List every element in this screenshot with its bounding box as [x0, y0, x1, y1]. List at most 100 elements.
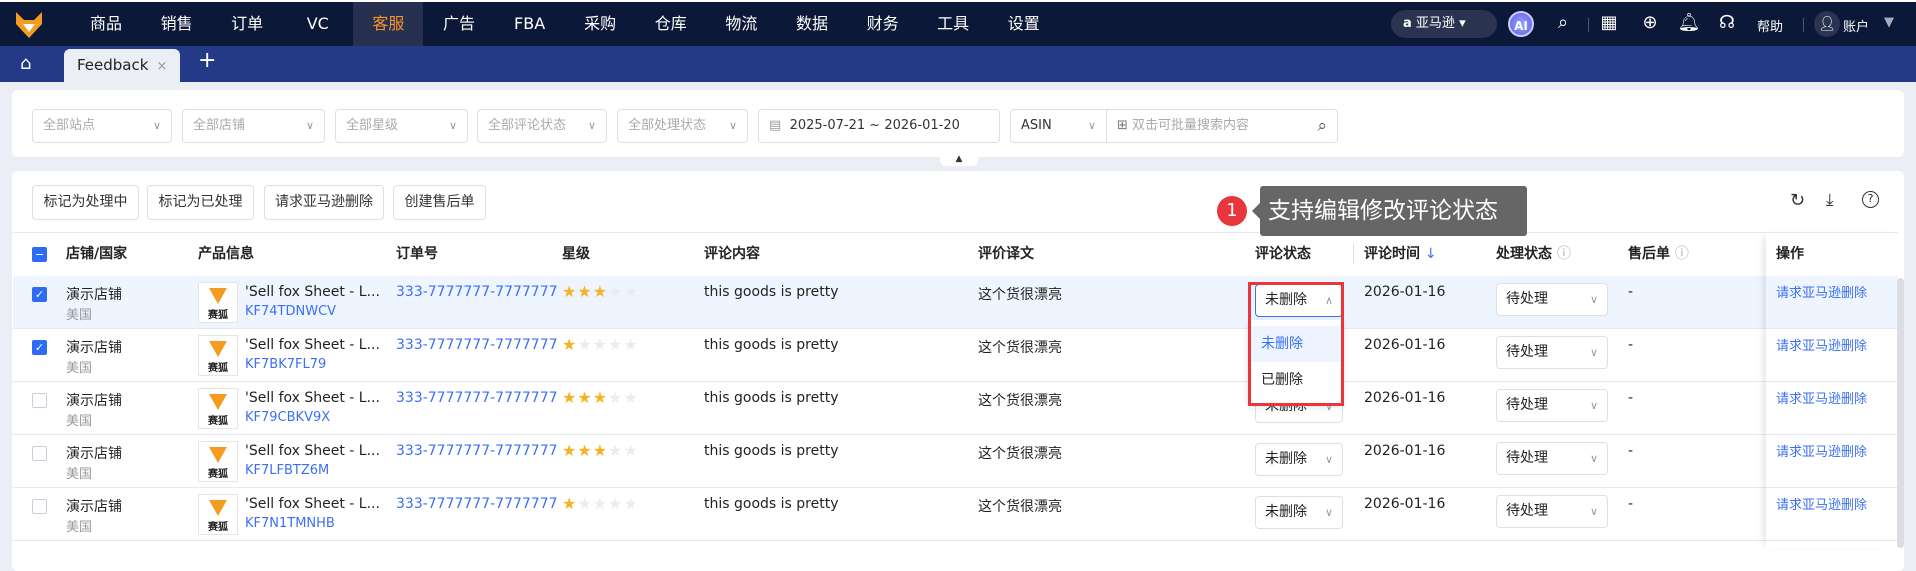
product-sku[interactable]: KF79CBKV9X: [245, 410, 330, 425]
star-icon: ★: [577, 441, 593, 460]
header-review-time[interactable]: 评论时间 ↓: [1364, 232, 1437, 276]
toolbar-button[interactable]: 请求亚马逊删除: [264, 185, 384, 220]
select-all-checkbox[interactable]: −: [32, 247, 47, 262]
chevron-down-icon: ∨: [448, 119, 457, 132]
nav-item[interactable]: 采购: [565, 2, 635, 46]
nav-item[interactable]: 仓库: [636, 2, 706, 46]
product-sku[interactable]: KF7N1TMNHB: [245, 516, 335, 531]
request-amazon-delete-link[interactable]: 请求亚马逊删除: [1776, 335, 1867, 354]
review-translation: 这个货很漂亮: [978, 340, 1062, 356]
search-input[interactable]: ⊞ 双击可批量搜索内容 ⌕: [1106, 109, 1338, 143]
caret-down-icon[interactable]: ▼: [1884, 15, 1894, 30]
process-status-select[interactable]: 待处理 ∨: [1496, 283, 1608, 316]
account-menu[interactable]: 账户: [1843, 16, 1869, 35]
chevron-down-icon: ∨: [1087, 119, 1096, 132]
logo[interactable]: [14, 12, 44, 38]
home-icon[interactable]: ⌂: [20, 53, 31, 74]
product-title[interactable]: 'Sell fox Sheet - L...: [245, 284, 380, 300]
request-amazon-delete-link[interactable]: 请求亚马逊删除: [1776, 441, 1867, 460]
nav-item[interactable]: 销售: [142, 2, 212, 46]
request-amazon-delete-link[interactable]: 请求亚马逊删除: [1776, 388, 1867, 407]
nav-item[interactable]: FBA: [495, 2, 565, 46]
order-number[interactable]: 333-7777777-7777777: [396, 443, 558, 459]
search-type-select[interactable]: ASIN ∨: [1010, 109, 1107, 143]
logo: [209, 288, 227, 304]
toolbar-button[interactable]: 创建售后单: [393, 185, 486, 220]
refresh-icon[interactable]: ↻: [1790, 190, 1805, 211]
shop-name: 演示店铺: [66, 393, 122, 409]
product-title[interactable]: 'Sell fox Sheet - L...: [245, 390, 380, 406]
row-checkbox[interactable]: [32, 393, 47, 408]
process-status-select[interactable]: 待处理 ∨: [1496, 495, 1608, 528]
nav-item[interactable]: 广告: [424, 2, 494, 46]
review-time: 2026-01-16: [1364, 337, 1446, 353]
rating-filter[interactable]: 全部星级 ∨: [335, 109, 468, 143]
shop-name: 演示店铺: [66, 340, 122, 356]
nav-item[interactable]: 数据: [777, 2, 847, 46]
header-rating: 星级: [562, 246, 590, 262]
product-thumbnail: 赛狐: [198, 388, 238, 429]
process-status-select[interactable]: 待处理 ∨: [1496, 389, 1608, 422]
order-number[interactable]: 333-7777777-7777777: [396, 496, 558, 512]
row-checkbox[interactable]: ✓: [32, 340, 47, 355]
date-range-picker[interactable]: ▤ 2025-07-21 ~ 2026-01-20: [758, 109, 1000, 143]
nav-item[interactable]: 工具: [918, 2, 988, 46]
nav-item[interactable]: 商品: [71, 2, 141, 46]
search-icon[interactable]: ⌕: [1551, 12, 1575, 33]
bell-icon[interactable]: 🔔︎: [1677, 12, 1701, 33]
star-icon: ★: [562, 335, 578, 354]
download-icon[interactable]: ⊕: [1638, 12, 1662, 33]
product-title[interactable]: 'Sell fox Sheet - L...: [245, 496, 380, 512]
row-checkbox[interactable]: ✓: [32, 287, 47, 302]
order-number[interactable]: 333-7777777-7777777: [396, 284, 558, 300]
tab-feedback[interactable]: Feedback ×: [64, 49, 180, 82]
process-status-filter[interactable]: 全部处理状态 ∨: [617, 109, 748, 143]
star-icon: ★: [592, 388, 609, 407]
nav-item[interactable]: 设置: [989, 2, 1059, 46]
avatar[interactable]: 👤︎: [1814, 11, 1840, 37]
sort-desc-icon: ↓: [1424, 246, 1437, 262]
apps-grid-icon[interactable]: ▦: [1597, 12, 1621, 33]
request-amazon-delete-link[interactable]: 请求亚马逊删除: [1776, 282, 1867, 301]
add-tab-button[interactable]: +: [198, 48, 216, 73]
help-icon[interactable]: ?: [1862, 191, 1879, 208]
row-checkbox[interactable]: [32, 446, 47, 461]
headset-icon[interactable]: ☊: [1715, 12, 1739, 33]
review-status-filter[interactable]: 全部评论状态 ∨: [477, 109, 607, 143]
order-number[interactable]: 333-7777777-7777777: [396, 390, 558, 406]
shop-name: 演示店铺: [66, 446, 122, 462]
star-icon: ★: [608, 388, 624, 407]
product-sku[interactable]: KF7BK7FL79: [245, 357, 326, 372]
nav-item[interactable]: VC: [283, 2, 353, 46]
collapse-filter-button[interactable]: ▲: [940, 152, 978, 166]
product-sku[interactable]: KF74TDNWCV: [245, 304, 336, 319]
product-title[interactable]: 'Sell fox Sheet - L...: [245, 443, 380, 459]
close-icon[interactable]: ×: [156, 59, 167, 74]
export-icon[interactable]: ⤓: [1826, 190, 1834, 210]
ai-button[interactable]: AI: [1508, 11, 1534, 37]
help-link[interactable]: 帮助: [1757, 16, 1783, 35]
nav-item[interactable]: 客服: [353, 2, 424, 46]
platform-switcher[interactable]: a 亚马逊 ▾: [1391, 10, 1497, 38]
toolbar-button[interactable]: 标记为处理中: [32, 185, 139, 220]
order-number[interactable]: 333-7777777-7777777: [396, 337, 558, 353]
nav-item[interactable]: 财务: [848, 2, 918, 46]
nav-item[interactable]: 订单: [212, 2, 282, 46]
nav-item[interactable]: 物流: [706, 2, 776, 46]
shop-filter[interactable]: 全部店铺 ∨: [182, 109, 325, 143]
row-checkbox[interactable]: [32, 499, 47, 514]
process-status-select[interactable]: 待处理 ∨: [1496, 442, 1608, 475]
table-row: 演示店铺 美国 赛狐 'Sell fox Sheet - L... KF79CBKV9X…: [13, 382, 1898, 435]
step-badge: 1: [1217, 196, 1247, 226]
site-filter[interactable]: 全部站点 ∨: [32, 109, 172, 143]
toolbar-button[interactable]: 标记为已处理: [147, 185, 254, 220]
request-amazon-delete-link[interactable]: 请求亚马逊删除: [1776, 494, 1867, 513]
scrollbar[interactable]: [1897, 278, 1904, 548]
product-sku[interactable]: KF7LFBTZ6M: [245, 463, 329, 478]
review-status-select[interactable]: 未删除∨: [1255, 443, 1343, 476]
star-icon: ★: [592, 441, 609, 460]
process-status-select[interactable]: 待处理 ∨: [1496, 336, 1608, 369]
star-icon: ★: [577, 282, 593, 301]
product-title[interactable]: 'Sell fox Sheet - L...: [245, 337, 380, 353]
review-status-select[interactable]: 未删除∨: [1255, 496, 1343, 529]
